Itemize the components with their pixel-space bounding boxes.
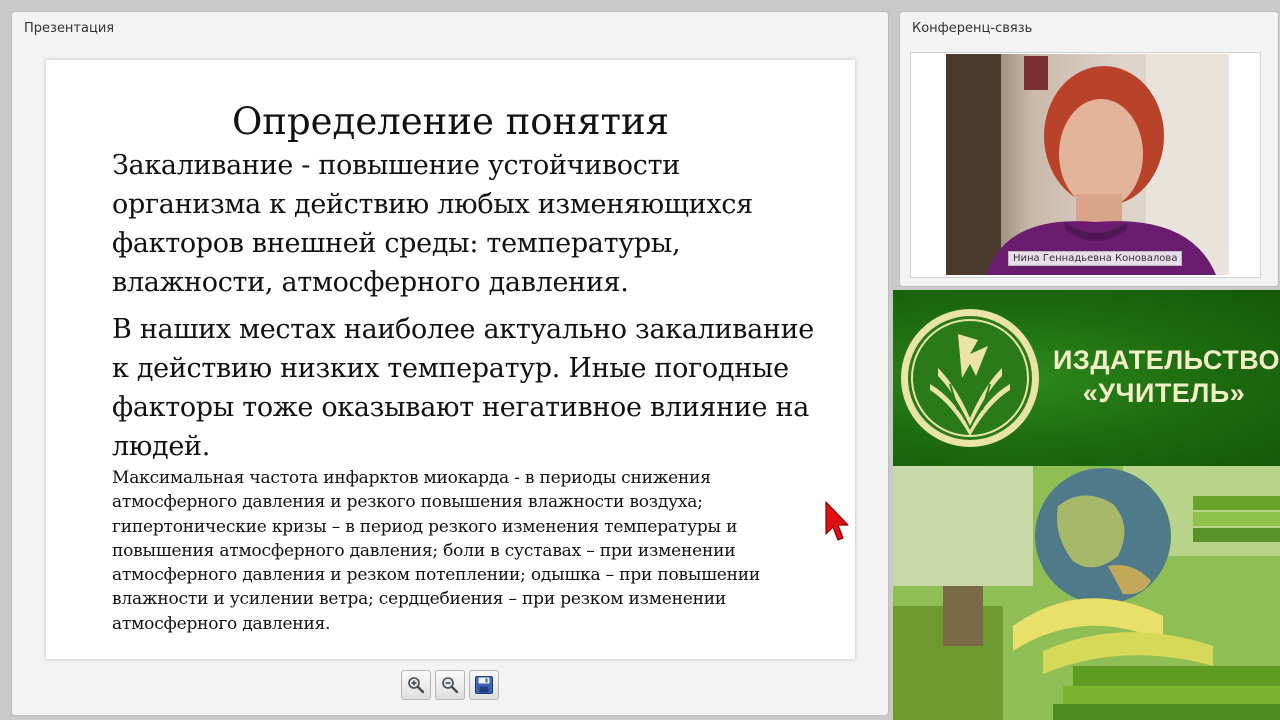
slide-paragraph-definition: Закаливание - повышение устойчивости орг… [112, 150, 753, 298]
books-and-globe-image [893, 466, 1280, 720]
presentation-panel: Презентация Определение понятия Закалива… [11, 11, 889, 716]
library-books-photo [893, 466, 1280, 720]
speaker-video[interactable]: Нина Геннадьевна Коновалова [946, 54, 1229, 275]
floppy-disk-icon [475, 676, 493, 694]
slide-title: Определение понятия [231, 100, 670, 143]
zoom-in-button[interactable] [401, 670, 431, 700]
save-button[interactable] [469, 670, 499, 700]
presentation-panel-title: Презентация [24, 21, 115, 36]
zoom-in-icon [408, 677, 425, 694]
speaker-name-label: Нина Геннадьевна Коновалова [1008, 251, 1183, 266]
publisher-name: ИЗДАТЕЛЬСТВО «УЧИТЕЛЬ» [1053, 345, 1280, 408]
slide: Определение понятия Закаливание - повыше… [46, 60, 855, 659]
slide-paragraph-relevance: В наших местах наиболее актуально закали… [112, 314, 814, 462]
publisher-banner: ИЗДАТЕЛЬСТВО «УЧИТЕЛЬ» [893, 290, 1280, 466]
video-frame: Нина Геннадьевна Коновалова [910, 52, 1261, 278]
speaker-silhouette [946, 54, 1229, 275]
conference-panel-title: Конференц-связь [912, 21, 1033, 36]
conference-panel: Конференц-связь Нина Геннадьевна Коновал… [899, 11, 1279, 287]
zoom-out-icon [442, 677, 459, 694]
zoom-out-button[interactable] [435, 670, 465, 700]
slide-paragraph-details: Максимальная частота инфарктов миокарда … [112, 468, 761, 634]
mouse-cursor-icon [825, 501, 849, 541]
slide-toolbar [401, 670, 499, 702]
publisher-logo-icon [901, 309, 1039, 447]
